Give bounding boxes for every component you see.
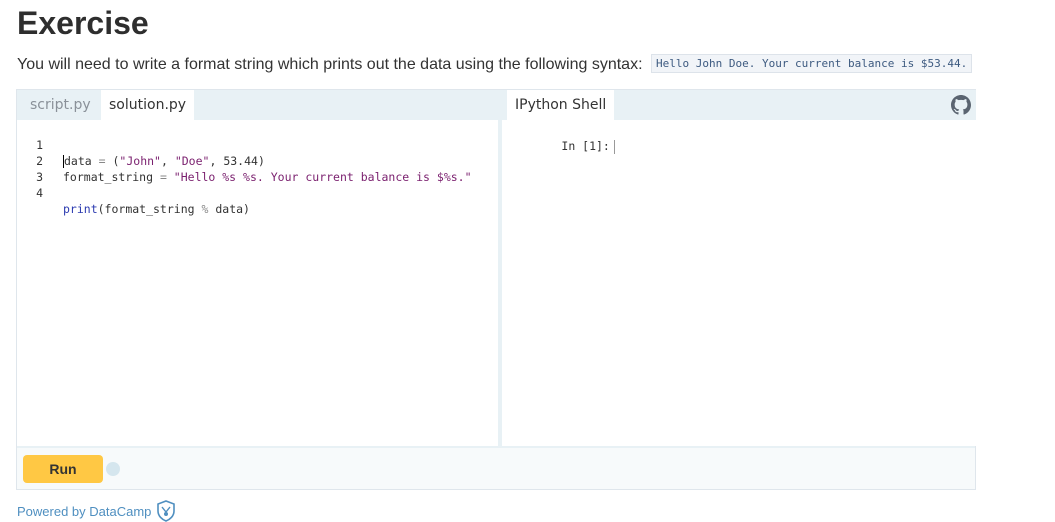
shell-cursor [613,139,615,154]
powered-by-datacamp-link[interactable]: Powered by DataCamp [17,500,176,522]
code-line: 3 [17,153,498,184]
expected-output-code: Hello John Doe. Your current balance is … [650,54,973,73]
shell-tabbar: IPython Shell [502,90,976,120]
code-line: 4 print(format_string % data) [17,169,498,216]
code-line: 1 data = ("John", "Doe", 53.44) [17,121,498,168]
datacamp-shield-icon [157,500,176,522]
tab-solution-py[interactable]: solution.py [101,90,195,120]
ipython-shell[interactable]: In [1]: [502,120,976,446]
shell-prompt: In [1]: [561,139,610,153]
code-line: 2 format_string = "Hello %s %s. Your cur… [17,137,498,184]
status-indicator [106,462,120,476]
code-editor[interactable]: 1 data = ("John", "Doe", 53.44) 2 format… [17,120,498,446]
github-icon[interactable] [951,95,971,115]
line-number: 4 [36,186,43,200]
editor-pane: script.py solution.py 1 data = ("John", … [17,90,498,446]
editor-tabbar: script.py solution.py [17,90,498,120]
shell-pane: IPython Shell In [1]: [502,90,976,446]
powered-by-text: Powered by DataCamp [17,503,152,519]
run-button[interactable]: Run [23,455,103,483]
tab-ipython-shell[interactable]: IPython Shell [507,90,615,120]
shell-prompt-line: In [1]: [506,122,615,154]
code-exercise-widget: script.py solution.py 1 data = ("John", … [16,89,976,490]
instructions-text: You will need to write a format string w… [17,56,643,73]
code-text: print(format_string % data) [63,202,250,216]
exercise-instructions: You will need to write a format string w… [17,54,973,74]
tab-script-py[interactable]: script.py [22,90,99,120]
page-title: Exercise [17,5,149,41]
run-toolbar: Run [17,448,975,489]
